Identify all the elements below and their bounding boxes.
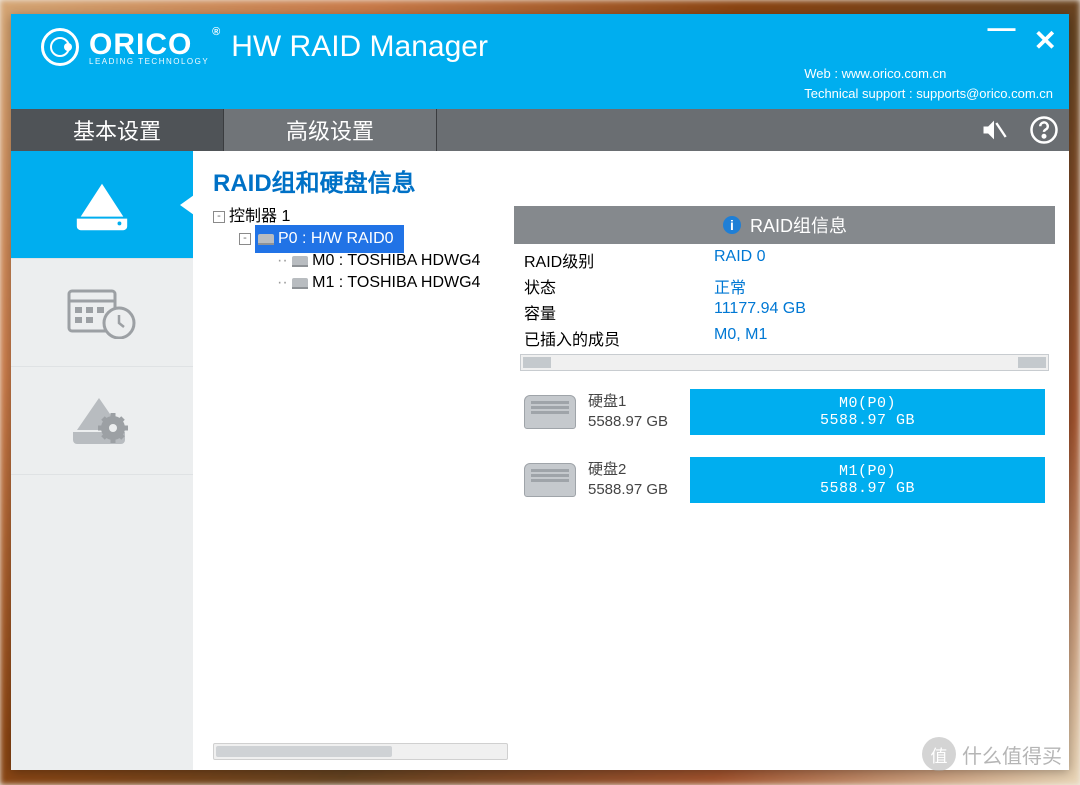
brand-tagline: LEADING TECHNOLOGY [89,57,209,66]
info-panel: i RAID组信息 RAID级别RAID 0 状态正常 容量11177.94 G… [514,206,1069,760]
horizontal-scrollbar[interactable] [213,743,508,760]
disk-icon [524,395,576,429]
panel-title: i RAID组信息 [514,206,1055,244]
rail-item-disk[interactable] [11,151,193,259]
tree-member-m1[interactable]: ·· M1 : TOSHIBA HDWG4 [213,272,508,294]
disk-allocation-bar[interactable]: M1(P0) 5588.97 GB [690,457,1045,503]
title-bar: ORICO® LEADING TECHNOLOGY HW RAID Manage… [11,14,1069,109]
logo-icon [41,28,79,66]
left-rail [11,151,193,770]
raid-info-table: RAID级别RAID 0 状态正常 容量11177.94 GB 已插入的成员M0… [514,244,1055,354]
disk-small-icon [292,256,308,267]
tab-bar: 基本设置 高级设置 [11,109,1069,151]
disk-size: 5588.97 GB [588,480,678,500]
kv-value: 11177.94 GB [714,300,1045,324]
kv-label: 容量 [524,300,714,324]
app-title: HW RAID Manager [231,30,488,64]
disk-label: 硬盘2 [588,460,678,480]
disk-row-2: 硬盘2 5588.97 GB M1(P0) 5588.97 GB [514,453,1055,507]
section-title: RAID组和硬盘信息 [213,163,1069,198]
svg-text:i: i [730,217,734,233]
kv-label: RAID级别 [524,248,714,272]
app-window: ORICO® LEADING TECHNOLOGY HW RAID Manage… [11,14,1069,770]
array-icon [258,234,274,245]
rail-item-disk-settings[interactable] [11,367,193,475]
collapse-icon[interactable]: - [213,211,225,223]
help-icon[interactable] [1019,109,1069,151]
calendar-clock-icon [67,287,137,339]
kv-value: M0, M1 [714,326,1045,350]
minimize-button[interactable]: — [988,12,1016,57]
info-icon: i [722,215,742,235]
brand-logo: ORICO® LEADING TECHNOLOGY [41,28,209,66]
disk-gear-icon [69,392,135,450]
disk-row-1: 硬盘1 5588.97 GB M0(P0) 5588.97 GB [514,385,1055,439]
close-button[interactable]: ✕ [1034,24,1057,57]
tab-advanced-settings[interactable]: 高级设置 [224,109,437,151]
collapse-icon[interactable]: - [239,233,251,245]
content-area: RAID组和硬盘信息 - 控制器 1 - P0 : H/W RAID0 · [193,151,1069,770]
watermark: 值 什么值得买 [922,737,1062,771]
rail-item-schedule[interactable] [11,259,193,367]
kv-value: 正常 [714,274,1045,298]
disk-small-icon [292,278,308,289]
disk-icon [71,177,133,233]
mute-icon[interactable] [969,109,1019,151]
support-email-link[interactable]: supports@orico.com.cn [916,86,1053,101]
tab-basic-settings[interactable]: 基本设置 [11,109,224,151]
disk-size: 5588.97 GB [588,412,678,432]
website-link[interactable]: www.orico.com.cn [842,66,947,81]
tree-pane: - 控制器 1 - P0 : H/W RAID0 ·· M0 : TOSHIBA… [213,206,508,760]
kv-value: RAID 0 [714,248,1045,272]
disk-icon [524,463,576,497]
kv-label: 已插入的成员 [524,326,714,350]
disk-allocation-bar[interactable]: M0(P0) 5588.97 GB [690,389,1045,435]
disk-label: 硬盘1 [588,392,678,412]
tree-raid-node[interactable]: - P0 : H/W RAID0 [213,228,508,250]
capacity-bar[interactable] [520,354,1049,371]
tree-member-m0[interactable]: ·· M0 : TOSHIBA HDWG4 [213,250,508,272]
kv-label: 状态 [524,274,714,298]
header-links: Web : www.orico.com.cn Technical support… [804,64,1053,103]
